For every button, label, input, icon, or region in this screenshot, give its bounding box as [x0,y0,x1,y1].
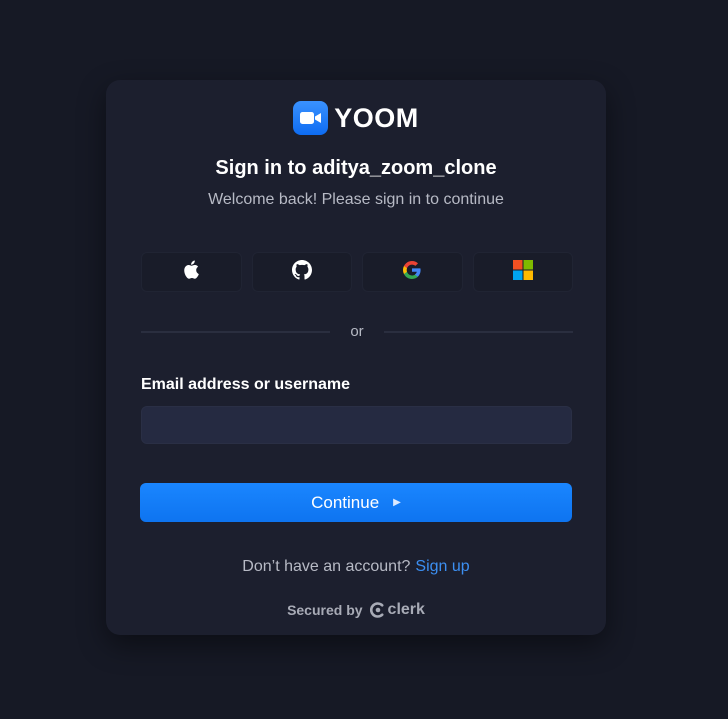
divider-line-right [383,330,573,333]
continue-button-label: Continue [311,492,380,512]
sign-in-card: YOOM Sign in to aditya_zoom_clone Welcom… [106,80,606,635]
brand-name: YOOM [334,102,419,133]
or-divider: or [141,323,573,340]
divider-label: or [350,323,364,340]
brand-logo: YOOM [106,101,606,135]
email-field[interactable] [141,406,572,444]
social-login-buttons [141,252,573,292]
microsoft-icon [512,259,533,285]
page-subtitle: Welcome back! Please sign in to continue [208,191,504,208]
no-account-text: Don’t have an account? [242,558,411,575]
sign-up-link[interactable]: Sign up [415,558,469,575]
video-camera-icon [293,101,329,135]
email-field-label: Email address or username [141,376,350,393]
clerk-logo-icon [369,602,386,618]
apple-sign-in-button[interactable] [141,252,242,292]
microsoft-sign-in-button[interactable] [472,252,573,292]
google-icon [403,260,421,284]
github-sign-in-button[interactable] [251,252,352,292]
divider-line-left [141,330,331,333]
continue-button[interactable]: Continue ▶ [140,483,572,522]
secured-by-footer: Secured by clerk [106,601,606,619]
apple-icon [183,260,200,284]
github-icon [291,259,312,285]
signup-prompt: Don’t have an account? Sign up [106,558,606,576]
clerk-wordmark: clerk [387,601,425,618]
arrow-right-icon: ▶ [393,497,401,508]
google-sign-in-button[interactable] [362,252,463,292]
secured-by-text: Secured by [287,602,363,618]
page-title: Sign in to aditya_zoom_clone [215,157,497,179]
